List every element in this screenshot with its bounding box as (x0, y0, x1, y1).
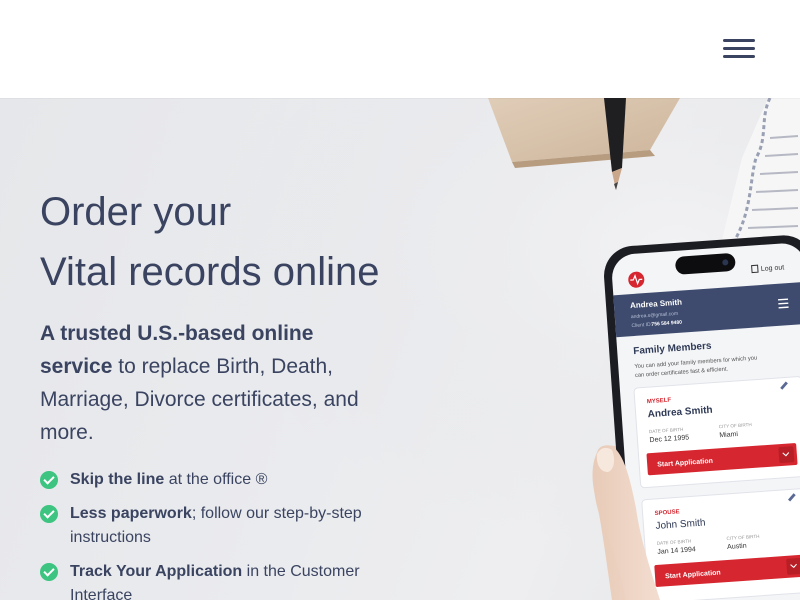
hero-section: Log out Andrea Smith andrea.s@gmail.com … (0, 98, 800, 600)
phone-card-myself: MYSELF Andrea Smith DATE OF BIRTH Dec 12… (633, 376, 800, 489)
feature-bold: Less paperwork (70, 505, 192, 522)
hamburger-menu-icon[interactable] (716, 30, 762, 68)
hero-title-line2: Vital records online (40, 250, 380, 294)
menu-bar (723, 55, 755, 58)
phone-card-spouse: SPOUSE John Smith DATE OF BIRTH Jan 14 1… (641, 487, 800, 600)
check-circle-icon (40, 471, 58, 489)
site-header (0, 0, 800, 98)
hero-title-line1: Order your (40, 190, 232, 234)
feature-item: Less paperwork; follow our step-by-step … (40, 502, 390, 550)
hero-title: Order your Vital records online (40, 182, 440, 302)
check-circle-icon (40, 505, 58, 523)
feature-bold: Track Your Application (70, 563, 243, 580)
phone-card-city: Miami (719, 431, 739, 439)
check-circle-icon (40, 563, 58, 581)
feature-rest: at the office ® (164, 471, 268, 488)
feature-item: Track Your Application in the Customer I… (40, 560, 390, 600)
menu-bar (723, 39, 755, 42)
hero-description: A trusted U.S.-based online service to r… (40, 317, 385, 449)
feature-bold: Skip the line (70, 471, 165, 488)
phone-card-city: Austin (727, 543, 747, 551)
menu-bar (723, 47, 755, 50)
feature-list: Skip the line at the office ® Less paper… (40, 468, 390, 600)
feature-item: Skip the line at the office ® (40, 468, 390, 492)
